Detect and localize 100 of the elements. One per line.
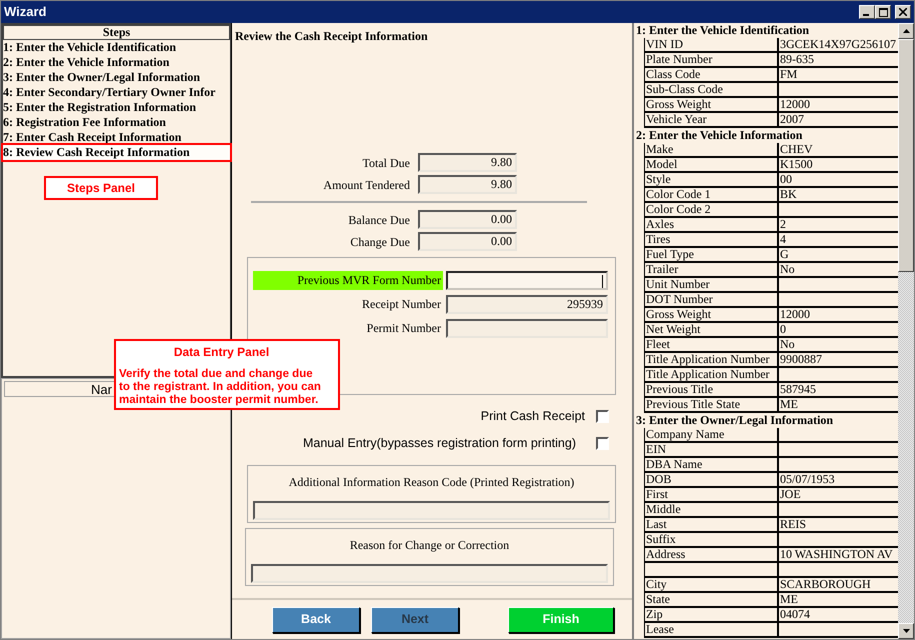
table-cell-text: No bbox=[779, 263, 796, 276]
table-cell: VIN ID bbox=[644, 38, 779, 51]
close-button[interactable] bbox=[895, 5, 911, 19]
table-cell-text: REIS bbox=[779, 518, 808, 531]
table-cell-text: 2007 bbox=[779, 113, 805, 126]
table-cell: Model bbox=[644, 158, 779, 171]
table-cell: Fleet bbox=[644, 338, 779, 351]
table-cell-text: G bbox=[779, 248, 790, 261]
step-item[interactable]: 7: Enter Cash Receipt Information bbox=[3, 130, 230, 145]
step-item[interactable]: 2: Enter the Vehicle Information bbox=[3, 55, 230, 70]
scroll-down-button[interactable] bbox=[898, 623, 914, 639]
close-icon bbox=[899, 8, 907, 16]
field-label: Change Due bbox=[349, 234, 410, 250]
table-cell-text: 2 bbox=[779, 218, 787, 231]
section-header: 1: Enter the Vehicle Identification bbox=[635, 23, 810, 38]
table-cell: EIN bbox=[644, 443, 779, 456]
table-cell-text: No bbox=[779, 338, 796, 351]
table-cell-text: 05/07/1953 bbox=[779, 473, 836, 486]
field-label: Balance Due bbox=[347, 212, 410, 228]
table-cell: Company Name bbox=[644, 428, 779, 441]
table-cell-text: 3GCEK14X97G256107 bbox=[779, 38, 897, 51]
text-field[interactable] bbox=[446, 271, 608, 290]
table-cell: Zip bbox=[644, 608, 779, 621]
table-cell: Title Application Number bbox=[644, 353, 779, 366]
text-field[interactable] bbox=[253, 500, 610, 520]
table-cell: Gross Weight bbox=[644, 308, 779, 321]
table-cell: Previous Title bbox=[644, 383, 779, 396]
field-label: Total Due bbox=[362, 154, 410, 172]
maximize-icon bbox=[878, 8, 888, 16]
field-label: Amount Tendered bbox=[322, 176, 410, 194]
scroll-up-button[interactable] bbox=[898, 23, 914, 39]
scrollbar-thumb[interactable] bbox=[898, 39, 914, 272]
table-cell-text: JOE bbox=[779, 488, 802, 501]
step-item[interactable]: 6: Registration Fee Information bbox=[3, 115, 230, 130]
amount-field[interactable]: 0.00 bbox=[418, 210, 517, 229]
table-cell: City bbox=[644, 578, 779, 591]
table-cell-text: 9900887 bbox=[779, 353, 823, 366]
step-item[interactable]: 4: Enter Secondary/Tertiary Owner Infor bbox=[3, 85, 230, 100]
table-cell: Color Code 2 bbox=[644, 203, 779, 216]
table-cell-text: 12000 bbox=[779, 98, 811, 111]
field-label: Permit Number bbox=[366, 320, 442, 337]
amount-field[interactable]: 9.80 bbox=[418, 175, 517, 194]
table-cell: Last bbox=[644, 518, 779, 531]
checkbox[interactable] bbox=[596, 436, 609, 450]
table-cell: Plate Number bbox=[644, 53, 779, 66]
table-cell: Color Code 1 bbox=[644, 188, 779, 201]
minimize-button[interactable] bbox=[859, 5, 875, 19]
text-field[interactable] bbox=[446, 319, 608, 338]
table-cell-text: 89-635 bbox=[779, 53, 815, 66]
step-item[interactable]: 3: Enter the Owner/Legal Information bbox=[3, 70, 230, 85]
checkbox-label: Print Cash Receipt bbox=[480, 408, 585, 425]
step-item[interactable]: 1: Enter the Vehicle Identification bbox=[3, 40, 230, 55]
table-cell: Title Application Number bbox=[644, 368, 779, 381]
table-cell: DOT Number bbox=[644, 293, 779, 306]
table-cell: Style bbox=[644, 173, 779, 186]
table-cell: Class Code bbox=[644, 68, 779, 81]
table-cell-text: 587945 bbox=[779, 383, 817, 396]
table-cell-text: 04074 bbox=[779, 608, 811, 621]
up-arrow-icon bbox=[902, 29, 910, 33]
group-label: Reason for Change or Correction bbox=[348, 536, 510, 554]
table-cell: Previous Title State bbox=[644, 398, 779, 411]
table-cell-text: ME bbox=[779, 398, 799, 411]
maximize-button[interactable] bbox=[875, 5, 891, 19]
table-cell: Lease bbox=[644, 623, 779, 636]
field-label: Receipt Number bbox=[361, 296, 442, 313]
table-cell: Unit Number bbox=[644, 278, 779, 291]
table-cell: Suffix bbox=[644, 533, 779, 546]
amount-field[interactable]: 0.00 bbox=[418, 232, 517, 251]
table-cell-text: FM bbox=[779, 68, 798, 81]
text-field[interactable] bbox=[251, 564, 608, 582]
table-cell: Net Weight bbox=[644, 323, 779, 336]
checkbox[interactable] bbox=[596, 410, 609, 423]
table-cell: Vehicle Year bbox=[644, 113, 779, 126]
amount-field[interactable]: 9.80 bbox=[418, 153, 517, 172]
window-title: Wizard bbox=[4, 3, 46, 22]
text-field[interactable]: 295939 bbox=[446, 295, 608, 314]
table-cell-text: K1500 bbox=[779, 158, 814, 171]
table-cell: State bbox=[644, 593, 779, 606]
table-cell-text: CHEV bbox=[779, 143, 814, 156]
section-header: 2: Enter the Vehicle Information bbox=[635, 128, 804, 143]
table-cell: Address bbox=[644, 548, 779, 561]
table-cell-text: 12000 bbox=[779, 308, 811, 321]
table-cell: Make bbox=[644, 143, 779, 156]
table-cell: Sub-Class Code bbox=[644, 83, 779, 96]
step-item[interactable]: 8: Review Cash Receipt Information bbox=[3, 145, 230, 160]
wizard-button[interactable]: Back bbox=[272, 606, 360, 632]
table-cell: DBA Name bbox=[644, 458, 779, 471]
table-cell: Middle bbox=[644, 503, 779, 516]
column-header: Steps bbox=[3, 25, 230, 40]
table-cell: Trailer bbox=[644, 263, 779, 276]
checkbox-label: Manual Entry(bypasses registration form printing) bbox=[302, 434, 576, 452]
step-item[interactable]: 5: Enter the Registration Information bbox=[3, 100, 230, 115]
group-label: Additional Information Reason Code (Printed Registration) bbox=[288, 474, 576, 490]
table-cell: First bbox=[644, 488, 779, 501]
table-cell-text: SCARBOROUGH bbox=[779, 578, 872, 591]
table-cell: Tires bbox=[644, 233, 779, 246]
down-arrow-icon bbox=[902, 629, 910, 633]
table-cell-text: 00 bbox=[779, 173, 793, 186]
table-cell: Axles bbox=[644, 218, 779, 231]
field-label: Previous MVR Form Number bbox=[253, 271, 443, 290]
